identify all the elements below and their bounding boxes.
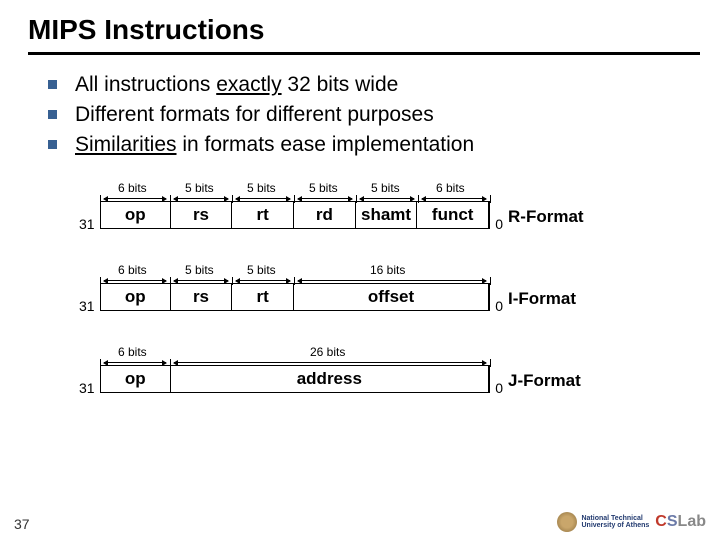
field-address: address (171, 366, 489, 392)
bullet-square-icon (48, 110, 57, 119)
field-offset: offset (294, 284, 489, 310)
double-arrow-icon (298, 198, 352, 199)
text-underline: Similarities (75, 133, 177, 156)
bullet-item: Different formats for different purposes (48, 103, 720, 127)
field-rt: rt (232, 284, 294, 310)
bit-label: 5 bits (247, 263, 276, 277)
bullet-square-icon (48, 80, 57, 89)
lsb-label: 0 (495, 380, 503, 396)
format-name-j: J-Format (508, 371, 581, 391)
text-frag: in formats ease implementation (177, 133, 475, 156)
field-row: op rs rt offset 31 0 (100, 283, 490, 311)
bullet-text: All instructions exactly 32 bits wide (75, 73, 398, 97)
page-title: MIPS Instructions (0, 0, 720, 52)
logo-line1: National Technical (581, 515, 649, 522)
field-shamt: shamt (356, 202, 418, 228)
double-arrow-icon (104, 198, 166, 199)
format-diagrams: 6 bits 5 bits 5 bits 5 bits 5 bits 6 bit… (100, 181, 610, 393)
double-arrow-icon (174, 280, 228, 281)
j-format-row: 6 bits 26 bits op address 31 0 (100, 345, 610, 393)
bit-width-labels: 6 bits 5 bits 5 bits 16 bits (100, 263, 490, 283)
slide: MIPS Instructions All instructions exact… (0, 0, 720, 540)
msb-label: 31 (79, 216, 95, 232)
footer-logo: National Technical University of Athens … (557, 512, 706, 532)
bullet-square-icon (48, 140, 57, 149)
text-frag: All instructions (75, 73, 216, 96)
double-arrow-icon (360, 198, 414, 199)
bit-label: 26 bits (310, 345, 345, 359)
double-arrow-icon (236, 198, 290, 199)
bit-label: 5 bits (247, 181, 276, 195)
field-row: op address 31 0 (100, 365, 490, 393)
bullet-item: All instructions exactly 32 bits wide (48, 73, 720, 97)
lsb-label: 0 (495, 298, 503, 314)
bit-label: 6 bits (118, 181, 147, 195)
field-op: op (101, 284, 171, 310)
msb-label: 31 (79, 380, 95, 396)
text-frag: 32 bits wide (282, 73, 399, 96)
double-arrow-icon (104, 362, 166, 363)
text-underline: exactly (216, 73, 281, 96)
bit-width-labels: 6 bits 26 bits (100, 345, 490, 365)
double-arrow-icon (422, 198, 486, 199)
bit-label: 6 bits (118, 345, 147, 359)
content-area: All instructions exactly 32 bits wide Di… (0, 55, 720, 393)
field-op: op (101, 202, 171, 228)
lsb-label: 0 (495, 216, 503, 232)
bit-label: 6 bits (436, 181, 465, 195)
r-format-row: 6 bits 5 bits 5 bits 5 bits 5 bits 6 bit… (100, 181, 610, 229)
format-name-r: R-Format (508, 207, 584, 227)
bit-label: 5 bits (185, 263, 214, 277)
bit-label: 6 bits (118, 263, 147, 277)
i-format-row: 6 bits 5 bits 5 bits 16 bits (100, 263, 610, 311)
double-arrow-icon (298, 280, 486, 281)
double-arrow-icon (174, 362, 486, 363)
format-name-i: I-Format (508, 289, 576, 309)
double-arrow-icon (174, 198, 228, 199)
bit-width-labels: 6 bits 5 bits 5 bits 5 bits 5 bits 6 bit… (100, 181, 490, 201)
double-arrow-icon (104, 280, 166, 281)
cslab-logo: CSLab (655, 513, 706, 531)
msb-label: 31 (79, 298, 95, 314)
field-rt: rt (232, 202, 294, 228)
bit-label: 5 bits (309, 181, 338, 195)
logo-line2: University of Athens (581, 522, 649, 529)
bit-label: 5 bits (371, 181, 400, 195)
bullet-item: Similarities in formats ease implementat… (48, 133, 720, 157)
bit-label: 16 bits (370, 263, 405, 277)
field-funct: funct (417, 202, 489, 228)
university-seal-icon (557, 512, 577, 532)
field-rd: rd (294, 202, 356, 228)
logo-text-block: National Technical University of Athens (581, 515, 649, 529)
bullet-text: Different formats for different purposes (75, 103, 434, 127)
double-arrow-icon (236, 280, 290, 281)
field-row: op rs rt rd shamt funct 31 0 (100, 201, 490, 229)
bit-label: 5 bits (185, 181, 214, 195)
field-rs: rs (171, 202, 233, 228)
bullet-text: Similarities in formats ease implementat… (75, 133, 474, 157)
field-rs: rs (171, 284, 233, 310)
bullet-list: All instructions exactly 32 bits wide Di… (48, 73, 720, 157)
field-op: op (101, 366, 171, 392)
page-number: 37 (14, 516, 30, 532)
